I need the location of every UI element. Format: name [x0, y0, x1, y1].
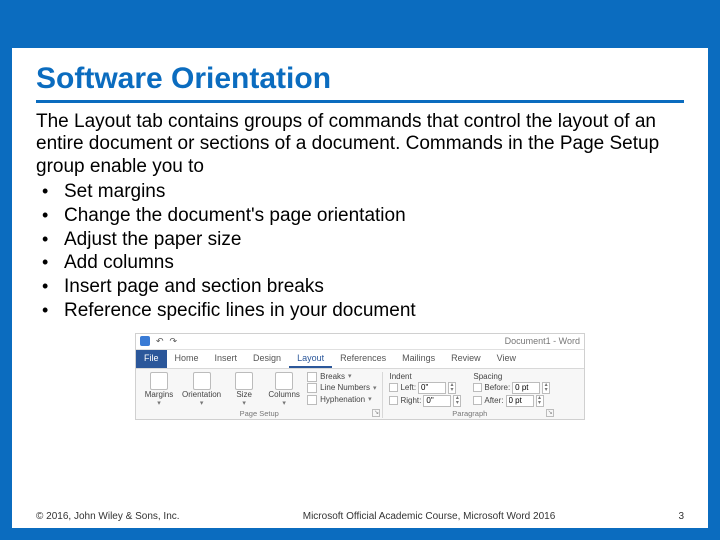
- hyphenation-button[interactable]: Hyphenation: [307, 395, 376, 405]
- spacing-before-label: Before:: [484, 383, 510, 392]
- line-numbers-button[interactable]: Line Numbers: [307, 383, 376, 393]
- bullet-item: Set margins: [36, 180, 684, 204]
- spacing-after-row: After: ▴▾: [473, 395, 550, 407]
- hyphenation-icon: [307, 395, 317, 405]
- size-button[interactable]: Size: [227, 372, 261, 407]
- indent-right-input[interactable]: [423, 395, 451, 407]
- margins-icon: [150, 372, 168, 390]
- indent-heading: Indent: [389, 372, 461, 381]
- spacing-before-row: Before: ▴▾: [473, 382, 550, 394]
- line-numbers-icon: [307, 383, 317, 393]
- group-paragraph: Indent Left: ▴▾ Right: ▴▾: [383, 372, 556, 418]
- breaks-button[interactable]: Breaks: [307, 372, 376, 382]
- indent-right-spinner[interactable]: ▴▾: [453, 395, 461, 407]
- tab-home[interactable]: Home: [167, 350, 207, 368]
- columns-button[interactable]: Columns: [267, 372, 301, 407]
- spacing-before-icon: [473, 383, 482, 392]
- indent-right-label: Right:: [400, 396, 421, 405]
- tab-layout[interactable]: Layout: [289, 350, 332, 368]
- indent-left-input[interactable]: [418, 382, 446, 394]
- tab-review[interactable]: Review: [443, 350, 489, 368]
- document-title: Document1 - Word: [505, 336, 580, 346]
- orientation-button[interactable]: Orientation: [182, 372, 221, 407]
- paragraph-group-label: Paragraph ↘: [389, 409, 550, 418]
- columns-label: Columns: [268, 391, 300, 399]
- orientation-label: Orientation: [182, 391, 221, 399]
- slide-footer: © 2016, John Wiley & Sons, Inc. Microsof…: [36, 511, 684, 522]
- indent-left-spinner[interactable]: ▴▾: [448, 382, 456, 394]
- tab-file[interactable]: File: [136, 350, 167, 368]
- bullet-item: Change the document's page orientation: [36, 204, 684, 228]
- tab-design[interactable]: Design: [245, 350, 289, 368]
- indent-left-row: Left: ▴▾: [389, 382, 461, 394]
- spacing-after-label: After:: [484, 396, 503, 405]
- bullet-item: Add columns: [36, 251, 684, 275]
- columns-icon: [275, 372, 293, 390]
- spacing-heading: Spacing: [473, 372, 550, 381]
- page-setup-launcher-icon[interactable]: ↘: [372, 409, 380, 417]
- save-icon[interactable]: [140, 336, 150, 346]
- paragraph-launcher-icon[interactable]: ↘: [546, 409, 554, 417]
- indent-right-row: Right: ▴▾: [389, 395, 461, 407]
- bullet-item: Reference specific lines in your documen…: [36, 299, 684, 323]
- bullet-item: Adjust the paper size: [36, 228, 684, 252]
- slide: Software Orientation The Layout tab cont…: [0, 0, 720, 540]
- footer-course: Microsoft Official Academic Course, Micr…: [180, 511, 679, 522]
- indent-right-icon: [389, 396, 398, 405]
- margins-label: Margins: [145, 391, 173, 399]
- group-page-setup: Margins Orientation Size Columns: [136, 372, 383, 418]
- orientation-icon: [193, 372, 211, 390]
- paragraph-group-text: Paragraph: [452, 409, 487, 418]
- bullet-list: Set margins Change the document's page o…: [36, 180, 684, 323]
- spacing-before-spinner[interactable]: ▴▾: [542, 382, 550, 394]
- footer-copyright: © 2016, John Wiley & Sons, Inc.: [36, 511, 180, 522]
- footer-page-number: 3: [678, 511, 684, 522]
- page-setup-group-label: Page Setup ↘: [142, 409, 376, 418]
- page-setup-group-text: Page Setup: [240, 409, 279, 418]
- tab-insert[interactable]: Insert: [207, 350, 246, 368]
- indent-left-icon: [389, 383, 398, 392]
- intro-text: The Layout tab contains groups of comman…: [36, 111, 684, 178]
- spacing-after-icon: [473, 396, 482, 405]
- tab-mailings[interactable]: Mailings: [394, 350, 443, 368]
- tab-references[interactable]: References: [332, 350, 394, 368]
- redo-icon[interactable]: ↷: [170, 336, 178, 347]
- slide-title: Software Orientation: [36, 62, 684, 103]
- hyphenation-label: Hyphenation: [320, 395, 365, 405]
- spacing-before-input[interactable]: [512, 382, 540, 394]
- breaks-icon: [307, 372, 317, 382]
- indent-left-label: Left:: [400, 383, 416, 392]
- size-icon: [235, 372, 253, 390]
- tab-view[interactable]: View: [489, 350, 524, 368]
- ribbon-groups: Margins Orientation Size Columns: [136, 369, 584, 419]
- undo-icon[interactable]: ↶: [156, 336, 164, 347]
- breaks-label: Breaks: [320, 372, 345, 382]
- spacing-after-spinner[interactable]: ▴▾: [536, 395, 544, 407]
- bullet-item: Insert page and section breaks: [36, 275, 684, 299]
- word-ribbon: ↶ ↷ Document1 - Word File Home Insert De…: [135, 333, 585, 420]
- spacing-after-input[interactable]: [506, 395, 534, 407]
- quick-access-toolbar: ↶ ↷ Document1 - Word: [136, 334, 584, 350]
- line-numbers-label: Line Numbers: [320, 383, 370, 393]
- size-label: Size: [236, 391, 252, 399]
- margins-button[interactable]: Margins: [142, 372, 176, 407]
- ribbon-tabs: File Home Insert Design Layout Reference…: [136, 350, 584, 369]
